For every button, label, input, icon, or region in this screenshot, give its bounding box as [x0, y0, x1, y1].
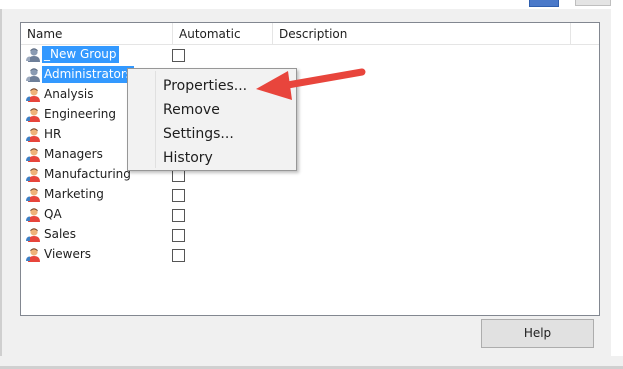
- automatic-checkbox[interactable]: [172, 229, 185, 242]
- group-name: _New Group: [42, 46, 119, 63]
- group-name: Managers: [44, 147, 103, 161]
- group-name: Engineering: [44, 107, 116, 121]
- maximize-button[interactable]: [575, 0, 611, 6]
- group-name: Analysis: [44, 87, 94, 101]
- annotation-arrow-icon: [256, 68, 366, 100]
- list-item[interactable]: QA: [21, 205, 599, 225]
- column-header-description[interactable]: Description: [273, 23, 571, 44]
- group-gray-icon: [25, 47, 41, 63]
- group-name: HR: [44, 127, 62, 141]
- user-group-icon: [25, 187, 41, 203]
- menu-item-properties[interactable]: Properties...: [163, 74, 247, 98]
- user-group-icon: [25, 147, 41, 163]
- group-name: Viewers: [44, 247, 92, 261]
- list-item[interactable]: Manufacturing: [21, 165, 599, 185]
- menu-item-settings[interactable]: Settings...: [163, 122, 234, 146]
- group-gray-icon: [25, 67, 41, 83]
- user-group-icon: [25, 227, 41, 243]
- window-edge-right: [611, 9, 623, 356]
- menu-item-remove[interactable]: Remove: [163, 98, 220, 122]
- automatic-checkbox[interactable]: [172, 49, 185, 62]
- group-name: Manufacturing: [44, 167, 131, 181]
- column-header-automatic[interactable]: Automatic: [173, 23, 273, 44]
- user-group-icon: [25, 87, 41, 103]
- help-button[interactable]: Help: [481, 319, 594, 348]
- user-group-icon: [25, 127, 41, 143]
- group-name: Sales: [44, 227, 76, 241]
- column-header-name[interactable]: Name: [21, 23, 173, 44]
- user-group-icon: [25, 247, 41, 263]
- user-group-icon: [25, 107, 41, 123]
- group-name: QA: [44, 207, 62, 221]
- automatic-checkbox[interactable]: [172, 189, 185, 202]
- list-item[interactable]: HR: [21, 125, 599, 145]
- automatic-checkbox[interactable]: [172, 249, 185, 262]
- group-name: Marketing: [44, 187, 104, 201]
- list-item[interactable]: Engineering: [21, 105, 599, 125]
- user-group-icon: [25, 207, 41, 223]
- window-edge-left: [0, 9, 2, 359]
- user-group-icon: [25, 167, 41, 183]
- automatic-checkbox[interactable]: [172, 209, 185, 222]
- list-header: Name Automatic Description: [21, 23, 599, 45]
- list-item[interactable]: Managers: [21, 145, 599, 165]
- menu-icon-gutter: [155, 71, 156, 168]
- list-item[interactable]: Sales: [21, 225, 599, 245]
- menu-item-history[interactable]: History: [163, 146, 213, 170]
- list-item[interactable]: Viewers: [21, 245, 599, 265]
- list-item[interactable]: Marketing: [21, 185, 599, 205]
- close-button[interactable]: [529, 0, 559, 7]
- group-name: Administrators: [42, 66, 135, 83]
